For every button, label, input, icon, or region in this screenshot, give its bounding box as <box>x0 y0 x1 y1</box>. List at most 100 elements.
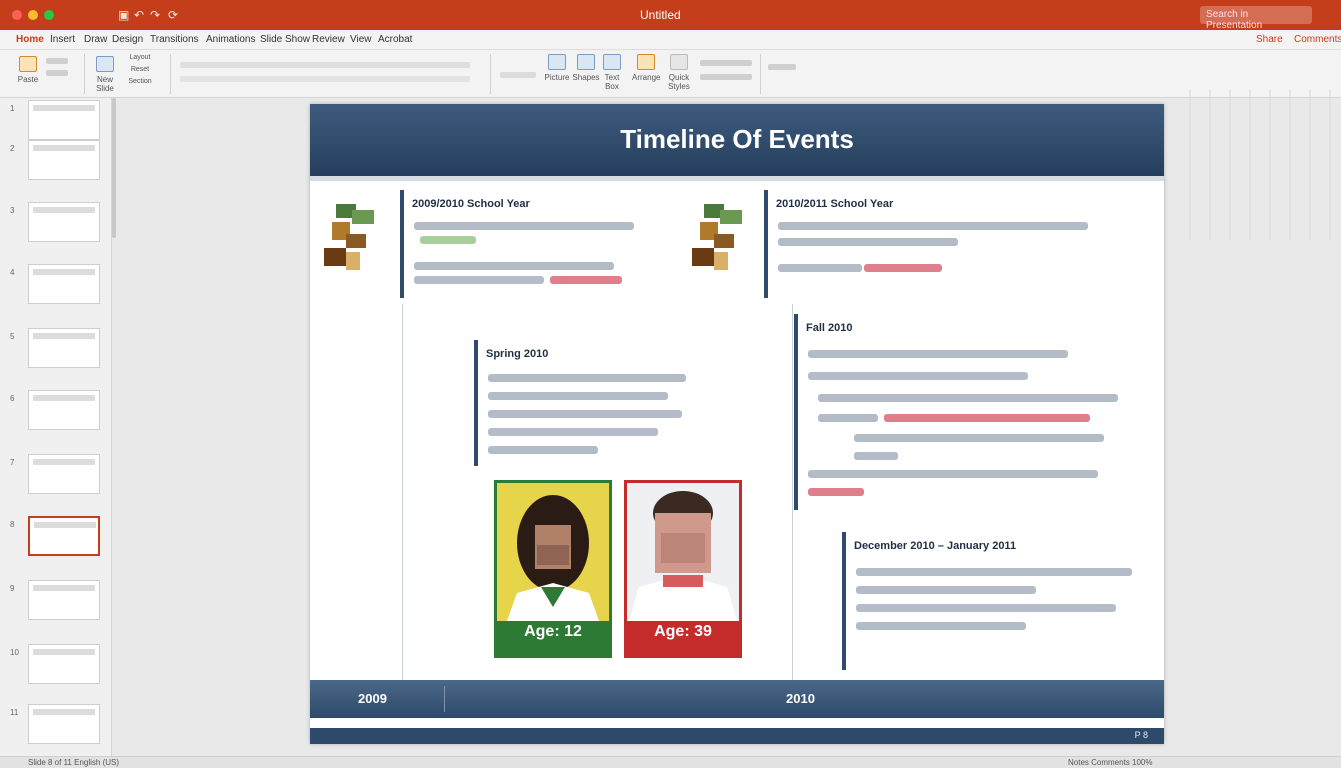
timeline-card-2010-2011[interactable]: 2010/2011 School Year <box>764 190 1154 298</box>
school-mascot-image <box>324 204 374 270</box>
slide-thumbnail-8[interactable]: 8 <box>0 516 112 568</box>
tab-transitions[interactable]: Transitions <box>150 34 199 45</box>
tab-slide-show[interactable]: Slide Show <box>260 34 310 45</box>
share-button[interactable]: Share <box>1256 34 1283 45</box>
slide-thumbnail-image <box>28 644 100 684</box>
tab-home[interactable]: Home <box>16 34 44 45</box>
slide-thumbnail-image <box>28 580 100 620</box>
card-accent-bar <box>400 190 404 298</box>
tab-animations[interactable]: Animations <box>206 34 255 45</box>
comments-button[interactable]: Comments <box>1294 34 1341 45</box>
title-underline <box>310 176 1164 181</box>
repeat-icon[interactable]: ⟳ <box>168 8 178 22</box>
text-box-button[interactable]: Text Box <box>600 54 624 91</box>
shape-fill-controls[interactable] <box>700 60 752 66</box>
quick-styles-button[interactable]: Quick Styles <box>662 54 696 91</box>
search-input[interactable]: Search in Presentation <box>1200 6 1312 31</box>
paragraph-controls[interactable] <box>180 76 470 82</box>
slide-thumbnail-5[interactable]: 5 <box>0 328 112 380</box>
person-photo-left[interactable]: Age: 12 <box>494 480 612 658</box>
arrange-icon <box>637 54 655 70</box>
ribbon-toolbar: Paste New Slide Layout Reset Section Pic… <box>0 50 1341 98</box>
view-controls-status[interactable]: Notes Comments 100% <box>1068 758 1152 767</box>
current-slide[interactable]: Timeline Of Events 2009/2010 School Year… <box>310 104 1164 744</box>
redacted-text <box>414 222 634 230</box>
tab-review[interactable]: Review <box>312 34 345 45</box>
quick-styles-icon <box>670 54 688 70</box>
slide-thumbnail-11[interactable]: 11 <box>0 704 112 756</box>
designer-button[interactable] <box>768 64 796 70</box>
convert-to-smartart[interactable] <box>500 72 536 78</box>
redacted-text <box>778 222 1088 230</box>
arrange-button[interactable]: Arrange <box>632 54 660 82</box>
clipboard-icon <box>19 56 37 72</box>
redo-icon[interactable]: ↷ <box>150 8 160 22</box>
slide-thumbnails-panel: 1 2 3 4 5 6 7 8 9 10 11 <box>0 98 112 756</box>
timeline-divider-left <box>402 304 403 680</box>
slide-thumbnail-4[interactable]: 4 <box>0 264 112 316</box>
slide-thumbnail-10[interactable]: 10 <box>0 644 112 696</box>
new-slide-icon <box>96 56 114 72</box>
redacted-text <box>414 262 614 270</box>
tab-view[interactable]: View <box>350 34 372 45</box>
shapes-icon <box>577 54 595 70</box>
close-window-button[interactable] <box>12 10 22 20</box>
slide-page-number: P 8 <box>1134 730 1148 740</box>
new-slide-button[interactable]: New Slide <box>90 56 120 93</box>
picture-button[interactable]: Picture <box>544 54 570 82</box>
slide-thumbnail-7[interactable]: 7 <box>0 454 112 506</box>
tab-draw[interactable]: Draw <box>84 34 107 45</box>
card-accent-bar <box>474 340 478 466</box>
slide-thumbnail-3[interactable]: 3 <box>0 202 112 254</box>
redacted-text <box>778 264 862 272</box>
slide-thumbnail-image <box>28 328 100 368</box>
undo-icon[interactable]: ↶ <box>134 8 144 22</box>
slide-thumbnail-image <box>28 140 100 180</box>
font-controls[interactable] <box>180 62 470 68</box>
person-photo-right[interactable]: Age: 39 <box>624 480 742 658</box>
slide-thumbnail-2[interactable]: 2 <box>0 140 112 192</box>
redacted-text <box>864 264 942 272</box>
portrait-image <box>627 483 739 621</box>
slide-thumbnail-image <box>28 390 100 430</box>
redacted-text <box>550 276 622 284</box>
slide-thumbnail-image <box>28 202 100 242</box>
format-painter-icon[interactable] <box>46 70 68 76</box>
timeline-card-fall-2010[interactable]: Fall 2010 <box>794 314 1134 510</box>
timeline-card-2009-2010[interactable]: 2009/2010 School Year <box>400 190 650 298</box>
year-label-2010: 2010 <box>786 691 815 706</box>
card-title: December 2010 – January 2011 <box>854 540 1017 552</box>
redacted-text <box>856 568 1132 576</box>
tab-insert[interactable]: Insert <box>50 34 75 45</box>
separator <box>490 54 491 94</box>
section-button[interactable]: Section <box>120 78 160 85</box>
timeline-footer: 2009 2010 <box>310 680 1164 718</box>
shape-outline-controls[interactable] <box>700 74 752 80</box>
zoom-window-button[interactable] <box>44 10 54 20</box>
layout-button[interactable]: Layout <box>120 54 160 61</box>
card-accent-bar <box>764 190 768 298</box>
title-bar: ▣ ↶ ↷ ⟳ Untitled Search in Presentation <box>0 0 1341 31</box>
minimize-window-button[interactable] <box>28 10 38 20</box>
picture-icon <box>548 54 566 70</box>
slide-thumbnail-9[interactable]: 9 <box>0 580 112 632</box>
reset-button[interactable]: Reset <box>120 66 160 73</box>
tab-design[interactable]: Design <box>112 34 143 45</box>
timeline-card-dec-2010-jan-2011[interactable]: December 2010 – January 2011 <box>842 532 1142 670</box>
save-icon[interactable]: ▣ <box>118 8 129 22</box>
tab-acrobat[interactable]: Acrobat <box>378 34 412 45</box>
timeline-card-spring-2010[interactable]: Spring 2010 <box>474 340 694 466</box>
redacted-text <box>488 392 668 400</box>
redacted-text <box>854 434 1104 442</box>
shapes-button[interactable]: Shapes <box>572 54 600 82</box>
paste-button[interactable]: Paste <box>14 56 42 84</box>
redacted-text <box>808 372 1028 380</box>
slide-thumbnail-6[interactable]: 6 <box>0 390 112 442</box>
slide-bottom-band: P 8 <box>310 728 1164 744</box>
cut-copy-group[interactable] <box>46 58 68 64</box>
portrait-image <box>497 483 609 621</box>
slide-title[interactable]: Timeline Of Events <box>310 104 1164 176</box>
status-bar: Slide 8 of 11 English (US) Notes Comment… <box>0 756 1341 768</box>
vertical-rules-decoration <box>1189 90 1331 240</box>
card-accent-bar <box>842 532 846 670</box>
